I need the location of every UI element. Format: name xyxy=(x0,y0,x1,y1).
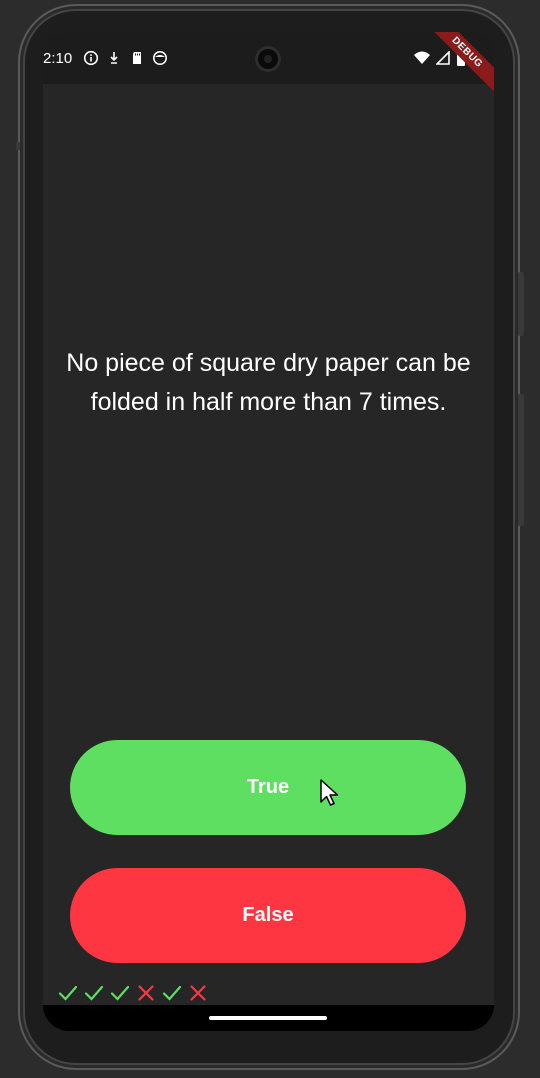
phone-side-detail xyxy=(16,142,20,150)
check-icon xyxy=(110,985,130,1001)
mouse-cursor-icon xyxy=(320,779,339,806)
true-button[interactable]: True xyxy=(70,740,466,835)
info-icon xyxy=(83,50,99,66)
sd-card-icon xyxy=(129,50,145,66)
face-icon xyxy=(152,50,168,66)
download-arrow-icon xyxy=(106,50,122,66)
status-icons-left xyxy=(83,50,168,66)
false-button[interactable]: False xyxy=(70,868,466,963)
signal-icon xyxy=(435,50,450,70)
wifi-icon xyxy=(414,51,430,70)
app-screen: 2:10 DEBUG No piece of square dry paper … xyxy=(43,32,494,1031)
home-gesture-handle[interactable] xyxy=(209,1016,327,1020)
close-icon xyxy=(190,985,206,1001)
close-icon xyxy=(138,985,154,1001)
device-frame-area: 2:10 DEBUG No piece of square dry paper … xyxy=(0,0,540,1078)
true-button-label: True xyxy=(246,776,290,798)
power-button xyxy=(518,272,524,336)
score-keeper xyxy=(57,982,209,1004)
check-icon xyxy=(84,985,104,1001)
status-time: 2:10 xyxy=(43,50,73,67)
false-button-label: False xyxy=(242,904,294,926)
check-icon xyxy=(58,985,78,1001)
question-text: No piece of square dry paper can be fold… xyxy=(66,349,471,416)
volume-button xyxy=(518,394,524,526)
status-bar: 2:10 DEBUG xyxy=(43,32,494,98)
check-icon xyxy=(162,985,182,1001)
front-camera xyxy=(255,46,281,72)
navigation-bar xyxy=(43,1005,494,1031)
